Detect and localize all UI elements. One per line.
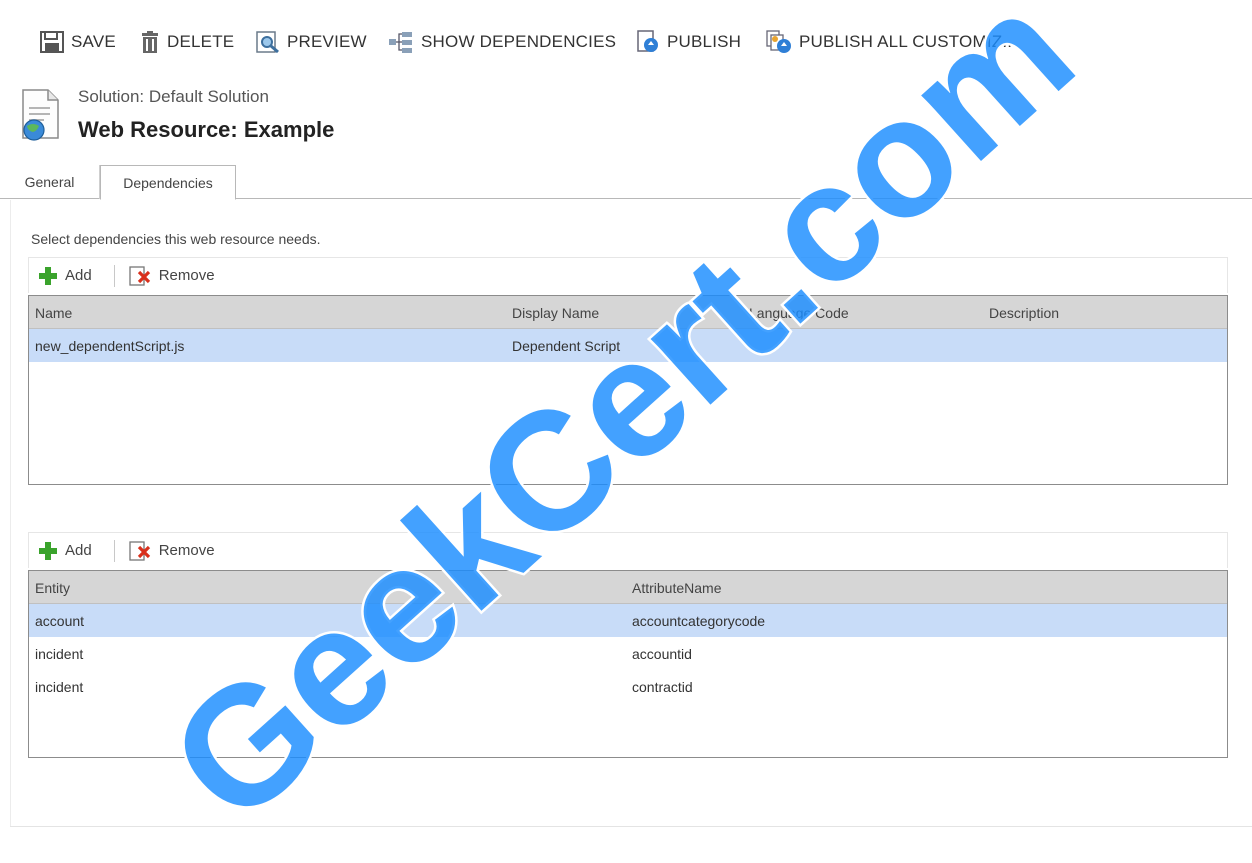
- footer-divider: [10, 826, 1252, 827]
- cell-attribute-name: contractid: [632, 679, 693, 695]
- column-header-language-code[interactable]: Language Code: [749, 305, 849, 321]
- instructions-text: Select dependencies this web resource ne…: [31, 231, 321, 247]
- grid-header: Entity AttributeName: [29, 571, 1227, 604]
- delete-button[interactable]: DELETE: [140, 28, 234, 56]
- column-header-attribute-name[interactable]: AttributeName: [632, 580, 721, 596]
- column-header-display-name[interactable]: Display Name: [512, 305, 599, 321]
- tab-strip: General Dependencies: [0, 163, 1252, 200]
- column-header-entity[interactable]: Entity: [35, 580, 70, 596]
- web-resource-dependencies-grid: Name Display Name Language Code Descript…: [28, 295, 1228, 485]
- publish-all-icon: [766, 30, 791, 53]
- cell-entity: incident: [35, 646, 84, 662]
- publish-button[interactable]: PUBLISH: [636, 28, 741, 56]
- solution-label: Solution: Default Solution: [78, 87, 269, 106]
- toolbar-separator: [113, 264, 115, 287]
- add-attribute-button[interactable]: Add: [39, 541, 92, 560]
- remove-web-resource-button[interactable]: Remove: [129, 265, 215, 286]
- save-button[interactable]: SAVE: [40, 28, 116, 56]
- add-icon: [39, 541, 57, 560]
- preview-button[interactable]: PREVIEW: [256, 28, 367, 56]
- cell-attribute-name: accountid: [632, 646, 692, 662]
- remove-icon: [129, 540, 150, 561]
- attribute-dependencies-grid: Entity AttributeName account accountcate…: [28, 570, 1228, 758]
- publish-all-button[interactable]: PUBLISH ALL CUSTOMIZ...: [766, 28, 1017, 56]
- tab-dependencies[interactable]: Dependencies: [100, 165, 236, 200]
- publish-icon: [637, 30, 658, 52]
- cell-entity: incident: [35, 679, 84, 695]
- grid-header: Name Display Name Language Code Descript…: [29, 296, 1227, 329]
- table-row[interactable]: account accountcategorycode: [29, 604, 1227, 637]
- dependencies-icon: [389, 32, 412, 53]
- save-icon: [40, 31, 64, 53]
- page-title: Web Resource: Example: [78, 117, 335, 142]
- show-dependencies-button[interactable]: SHOW DEPENDENCIES: [388, 28, 616, 56]
- cell-attribute-name: accountcategorycode: [632, 613, 766, 629]
- column-header-name[interactable]: Name: [35, 305, 72, 321]
- cell-name: new_dependentScript.js: [35, 338, 185, 354]
- table-row[interactable]: new_dependentScript.js Dependent Script: [29, 329, 1227, 362]
- command-bar: SAVE DELETE PREVIEW SHOW DEPENDENCIES PU…: [0, 0, 1252, 80]
- tab-general[interactable]: General: [0, 165, 100, 199]
- table-row[interactable]: incident accountid: [29, 637, 1227, 670]
- preview-icon: [256, 31, 279, 53]
- add-icon: [39, 266, 57, 285]
- form-border: [10, 200, 11, 826]
- trash-icon: [142, 31, 158, 53]
- table-row[interactable]: incident contractid: [29, 670, 1227, 703]
- attribute-grid-toolbar: Add Remove: [28, 532, 1228, 568]
- cell-display-name: Dependent Script: [512, 338, 621, 354]
- add-web-resource-button[interactable]: Add: [39, 266, 92, 285]
- cell-entity: account: [35, 613, 85, 629]
- web-resource-icon: [20, 88, 64, 142]
- web-resource-grid-toolbar: Add Remove: [28, 257, 1228, 293]
- remove-attribute-button[interactable]: Remove: [129, 540, 215, 561]
- column-header-description[interactable]: Description: [989, 305, 1059, 321]
- toolbar-separator: [113, 539, 115, 562]
- remove-icon: [129, 265, 150, 286]
